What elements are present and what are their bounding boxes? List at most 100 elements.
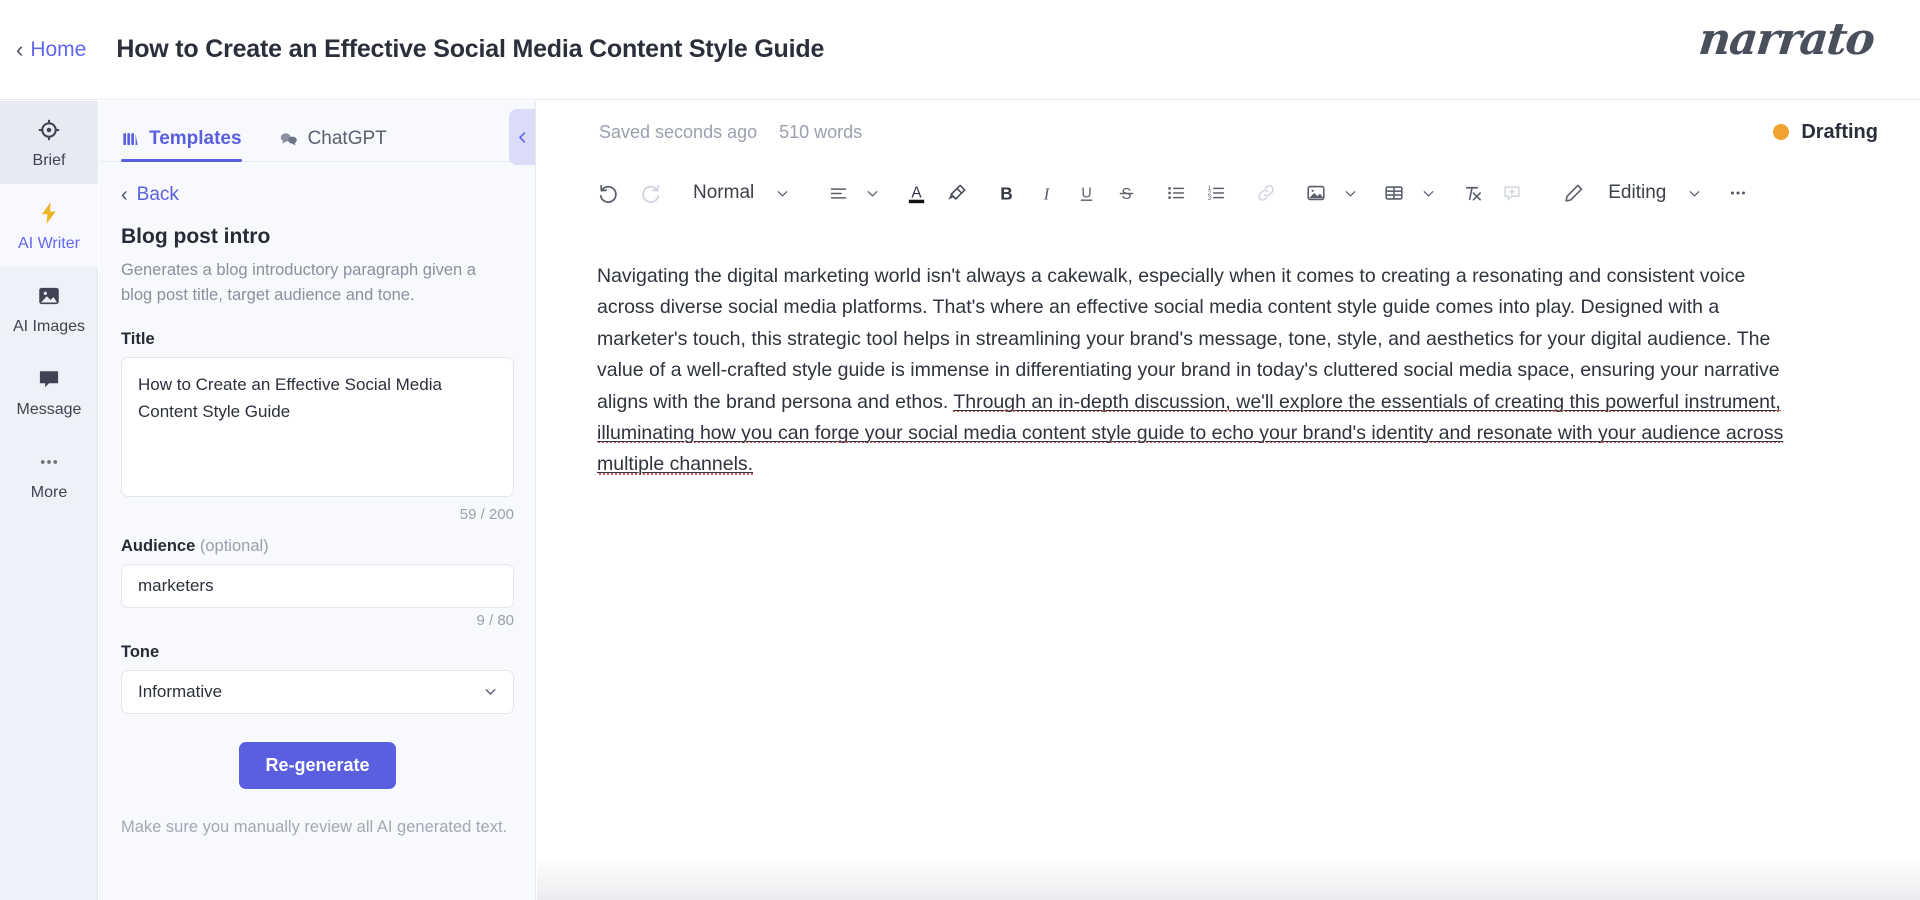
- back-button-label: Back: [136, 184, 179, 205]
- editing-mode-label[interactable]: Editing: [1594, 173, 1680, 213]
- italic-button[interactable]: I: [1026, 173, 1066, 213]
- chevron-down-icon: [1345, 190, 1356, 197]
- chevron-down-icon: [1689, 190, 1700, 197]
- regenerate-button[interactable]: Re-generate: [239, 741, 396, 789]
- panel-body: ‹ Back Blog post intro Generates a blog …: [99, 162, 535, 840]
- panel-tab-bar: Templates ChatGPT: [99, 101, 535, 162]
- sidebar-item-more[interactable]: More: [0, 433, 98, 516]
- collapse-panel-button[interactable]: [509, 109, 535, 165]
- tab-label: ChatGPT: [307, 128, 387, 149]
- editor-toolbar: Normal A B I U S 1 2 3 Editing: [537, 163, 1920, 223]
- align-button[interactable]: [818, 173, 858, 213]
- document-editor: Saved seconds ago 510 words Drafting Nor…: [537, 101, 1920, 900]
- text-color-button[interactable]: A: [896, 173, 936, 213]
- audience-label-text: Audience: [121, 536, 196, 555]
- editor-bottom-fade: [537, 856, 1920, 900]
- pencil-icon: [1565, 184, 1583, 202]
- editor-status-bar: Saved seconds ago 510 words Drafting: [537, 101, 1920, 163]
- strikethrough-button[interactable]: S: [1106, 173, 1146, 213]
- clear-formatting-icon: [1465, 186, 1481, 201]
- link-icon: [1258, 185, 1275, 201]
- link-button[interactable]: [1246, 173, 1286, 213]
- image-icon: [39, 287, 59, 305]
- insert-table-button[interactable]: [1374, 173, 1414, 213]
- word-count: 510 words: [779, 121, 863, 142]
- sidebar-item-label: Message: [16, 401, 82, 418]
- sidebar-item-label: AI Images: [12, 318, 86, 335]
- home-back-link[interactable]: ‹ Home: [16, 38, 86, 62]
- bold-button[interactable]: B: [986, 173, 1026, 213]
- insert-image-button[interactable]: [1296, 173, 1336, 213]
- underline-button[interactable]: U: [1066, 173, 1106, 213]
- numbered-list-icon: 1 2 3: [1208, 186, 1225, 202]
- narrato-logo[interactable]: narrato: [1697, 14, 1877, 65]
- chevron-left-icon: ‹: [121, 184, 128, 206]
- chevron-down-icon: [485, 689, 496, 695]
- table-chevron[interactable]: [1414, 173, 1442, 213]
- numbered-list-button[interactable]: 1 2 3: [1196, 173, 1236, 213]
- bulleted-list-button[interactable]: [1156, 173, 1196, 213]
- tone-field-label: Tone: [121, 642, 160, 661]
- tab-chatgpt[interactable]: ChatGPT: [278, 128, 387, 161]
- bulleted-list-icon: [1168, 187, 1185, 199]
- add-comment-icon: [1504, 186, 1520, 201]
- more-options-button[interactable]: [1718, 173, 1758, 213]
- sidebar-item-label: AI Writer: [18, 235, 80, 252]
- sidebar-item-brief[interactable]: Brief: [0, 101, 98, 184]
- audience-optional-tag: (optional): [199, 536, 269, 555]
- redo-button[interactable]: [629, 173, 669, 213]
- chevron-left-icon: [518, 131, 525, 143]
- tone-selected-value: Informative: [138, 681, 223, 701]
- sidebar-item-ai-writer[interactable]: AI Writer: [0, 184, 98, 267]
- editing-mode-icon-wrap[interactable]: [1554, 173, 1594, 213]
- template-name: Blog post intro: [121, 225, 271, 248]
- left-nav-rail: Brief AI Writer AI Images Message More: [0, 101, 98, 900]
- status-badge[interactable]: Drafting: [1773, 121, 1878, 144]
- svg-text:3: 3: [1208, 196, 1212, 202]
- align-left-icon: [830, 187, 846, 199]
- highlight-button[interactable]: [936, 173, 976, 213]
- document-paragraph: Navigating the digital marketing world i…: [597, 261, 1805, 481]
- sidebar-item-label: Brief: [32, 152, 66, 169]
- templates-panel: Templates ChatGPT ‹ Back Blog post intro…: [99, 101, 536, 900]
- tone-select[interactable]: Informative: [121, 669, 514, 714]
- highlighter-icon: [947, 184, 966, 200]
- sidebar-item-message[interactable]: Message: [0, 350, 98, 433]
- status-dot-icon: [1773, 124, 1790, 140]
- clear-formatting-button[interactable]: [1452, 173, 1492, 213]
- redo-icon: [641, 184, 659, 203]
- tab-label: Templates: [149, 128, 242, 149]
- image-icon: [1307, 185, 1325, 201]
- sidebar-item-label: More: [30, 484, 68, 501]
- sidebar-item-ai-images[interactable]: AI Images: [0, 267, 98, 350]
- templates-grid-icon: [123, 132, 138, 145]
- tab-templates[interactable]: Templates: [121, 128, 242, 162]
- audience-char-counter: 9 / 80: [476, 611, 514, 629]
- italic-icon: I: [1042, 184, 1050, 203]
- image-chevron[interactable]: [1336, 173, 1364, 213]
- page-title: How to Create an Effective Social Media …: [116, 35, 825, 63]
- add-comment-button[interactable]: [1492, 173, 1532, 213]
- back-button[interactable]: ‹ Back: [121, 184, 511, 206]
- align-chevron[interactable]: [858, 173, 886, 213]
- document-body[interactable]: Navigating the digital marketing world i…: [537, 223, 1857, 481]
- target-icon: [38, 119, 60, 141]
- chevron-down-icon: [867, 190, 878, 197]
- underline-icon: U: [1080, 185, 1092, 201]
- undo-button[interactable]: [589, 173, 629, 213]
- audience-input[interactable]: [121, 563, 514, 608]
- strikethrough-icon: S: [1119, 185, 1133, 202]
- table-icon: [1385, 186, 1403, 200]
- title-char-counter: 59 / 200: [459, 505, 514, 523]
- template-description: Generates a blog introductory paragraph …: [121, 261, 476, 304]
- title-input[interactable]: [121, 356, 514, 497]
- editing-mode-chevron[interactable]: [1680, 173, 1708, 213]
- text-style-chevron[interactable]: [768, 173, 796, 213]
- ai-disclaimer-text: Make sure you manually review all AI gen…: [121, 817, 508, 836]
- svg-text:B: B: [1000, 183, 1012, 203]
- status-badge-label: Drafting: [1801, 120, 1878, 143]
- text-style-dropdown[interactable]: Normal: [679, 173, 768, 213]
- svg-text:S: S: [1121, 185, 1131, 202]
- bold-icon: B: [1000, 183, 1012, 203]
- ellipsis-icon: [1731, 191, 1746, 195]
